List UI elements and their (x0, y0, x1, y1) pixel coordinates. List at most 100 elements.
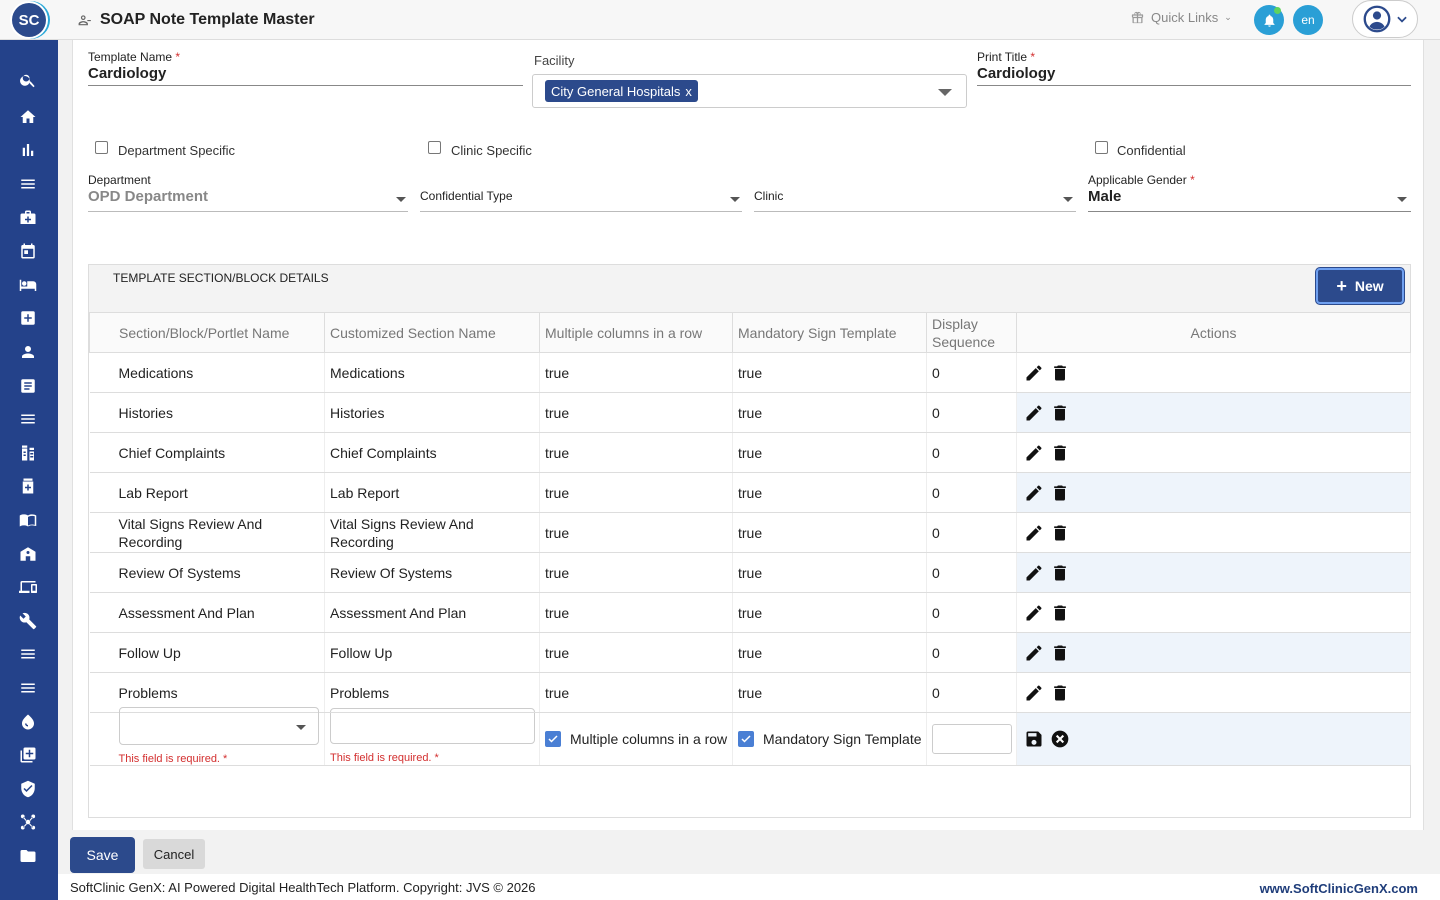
website-link[interactable]: www.SoftClinicGenX.com (1260, 881, 1418, 896)
clinic-select[interactable]: Clinic (754, 189, 783, 203)
document-list-icon[interactable] (18, 376, 38, 396)
add-box-icon[interactable] (18, 745, 38, 765)
edit-icon[interactable] (1024, 403, 1044, 423)
delete-icon[interactable] (1050, 683, 1070, 703)
mandatory-sign-checkbox[interactable]: Mandatory Sign Template (738, 730, 922, 747)
delete-icon[interactable] (1050, 403, 1070, 423)
shield-icon[interactable] (18, 779, 38, 799)
confidential-type-select[interactable]: Confidential Type (420, 189, 513, 203)
pharmacy-icon[interactable] (18, 443, 38, 463)
chevron-down-icon: ⌄ (1224, 12, 1232, 22)
chevron-down-icon (1397, 16, 1407, 23)
quick-links[interactable]: Quick Links ⌄ (1130, 10, 1232, 25)
language-button[interactable]: en (1293, 5, 1323, 35)
bed-icon[interactable] (18, 275, 38, 295)
delete-icon[interactable] (1050, 563, 1070, 583)
delete-icon[interactable] (1050, 603, 1070, 623)
edit-icon[interactable] (1024, 683, 1044, 703)
cancel-circle-icon[interactable] (1050, 729, 1070, 749)
delete-icon[interactable] (1050, 483, 1070, 503)
template-name-input[interactable]: Cardiology (88, 65, 166, 82)
delete-icon[interactable] (1050, 363, 1070, 383)
display-sequence-input[interactable] (932, 724, 1012, 754)
template-icon (78, 15, 91, 26)
building-icon[interactable] (18, 544, 38, 564)
print-title-input[interactable]: Cardiology (977, 65, 1055, 82)
top-bar: SC SOAP Note Template Master Quick Links… (0, 0, 1440, 40)
edit-icon[interactable] (1024, 603, 1044, 623)
column-header: Display Sequence (926, 312, 1017, 353)
section-name-select[interactable] (118, 707, 319, 745)
table-cell: true (539, 632, 733, 673)
new-section-button[interactable]: + New (1316, 268, 1404, 304)
gender-select[interactable]: Male (1088, 188, 1121, 205)
column-header: Multiple columns in a row (539, 312, 733, 353)
chevron-down-icon (730, 197, 740, 202)
table-cell: 0 (926, 592, 1017, 633)
table-cell: Chief Complaints (324, 432, 540, 473)
home-icon[interactable] (18, 107, 38, 127)
edit-icon[interactable] (1024, 643, 1044, 663)
person-icon[interactable] (18, 342, 38, 362)
devices-icon[interactable] (18, 577, 38, 597)
wrench-icon[interactable] (18, 611, 38, 631)
menu-icon[interactable] (18, 678, 38, 698)
app-logo[interactable]: SC (12, 3, 46, 37)
book-icon[interactable] (18, 510, 38, 530)
delete-icon[interactable] (1050, 443, 1070, 463)
mandatory-sign-label: Mandatory Sign Template (763, 730, 922, 747)
bar-chart-icon[interactable] (18, 140, 38, 160)
menu-icon[interactable] (18, 174, 38, 194)
gender-underline (1088, 211, 1411, 212)
error-message: This field is required. * (330, 752, 439, 764)
cancel-button[interactable]: Cancel (143, 839, 205, 869)
drop-icon[interactable] (18, 712, 38, 732)
clinic-specific-checkbox[interactable] (428, 141, 441, 154)
edit-icon[interactable] (1024, 563, 1044, 583)
search-icon[interactable] (18, 70, 38, 90)
sidebar (0, 40, 58, 900)
profile-menu[interactable] (1352, 0, 1418, 38)
notification-dot (1274, 7, 1281, 14)
medical-plus-icon[interactable] (18, 308, 38, 328)
table-cell: true (732, 472, 927, 513)
table-cell: 0 (926, 672, 1017, 713)
customized-name-input[interactable] (330, 708, 535, 744)
edit-icon[interactable] (1024, 523, 1044, 543)
medical-bag-icon[interactable] (18, 208, 38, 228)
menu-icon[interactable] (18, 644, 38, 664)
table-row: Chief Complaints Chief Complaints true true… (89, 432, 1411, 473)
menu-icon[interactable] (18, 409, 38, 429)
department-specific-checkbox[interactable] (95, 141, 108, 154)
table-cell: 0 (926, 472, 1017, 513)
folder-icon[interactable] (18, 846, 38, 866)
confidential-checkbox[interactable] (1095, 141, 1108, 154)
department-select[interactable]: OPD Department (88, 188, 208, 205)
notification-button[interactable] (1254, 5, 1284, 35)
table-cell: true (539, 512, 733, 553)
table-cell: Review Of Systems (89, 552, 325, 593)
save-button[interactable]: Save (70, 837, 135, 873)
edit-icon[interactable] (1024, 483, 1044, 503)
table-cell: true (539, 352, 733, 393)
edit-icon[interactable] (1024, 443, 1044, 463)
new-row-editor: This field is required. * This field is … (89, 707, 1411, 766)
medicine-bottle-icon[interactable] (18, 476, 38, 496)
save-icon[interactable] (1024, 729, 1044, 749)
facility-select[interactable]: City General Hospitals x (532, 74, 967, 108)
delete-icon[interactable] (1050, 643, 1070, 663)
delete-icon[interactable] (1050, 523, 1070, 543)
row-actions (1016, 672, 1411, 713)
multiple-columns-checkbox[interactable]: Multiple columns in a row (545, 730, 727, 747)
network-icon[interactable] (18, 812, 38, 832)
row-actions (1016, 632, 1411, 673)
clinic-specific-label: Clinic Specific (451, 143, 532, 158)
table-cell: true (539, 392, 733, 433)
row-actions (1016, 352, 1411, 393)
chip-remove-icon[interactable]: x (685, 84, 692, 99)
calendar-icon[interactable] (18, 241, 38, 261)
table-row: Assessment And Plan Assessment And Plan tr… (89, 592, 1411, 633)
table-cell: Problems (324, 672, 540, 713)
edit-icon[interactable] (1024, 363, 1044, 383)
table-row: Histories Histories true true 0 (89, 392, 1411, 433)
